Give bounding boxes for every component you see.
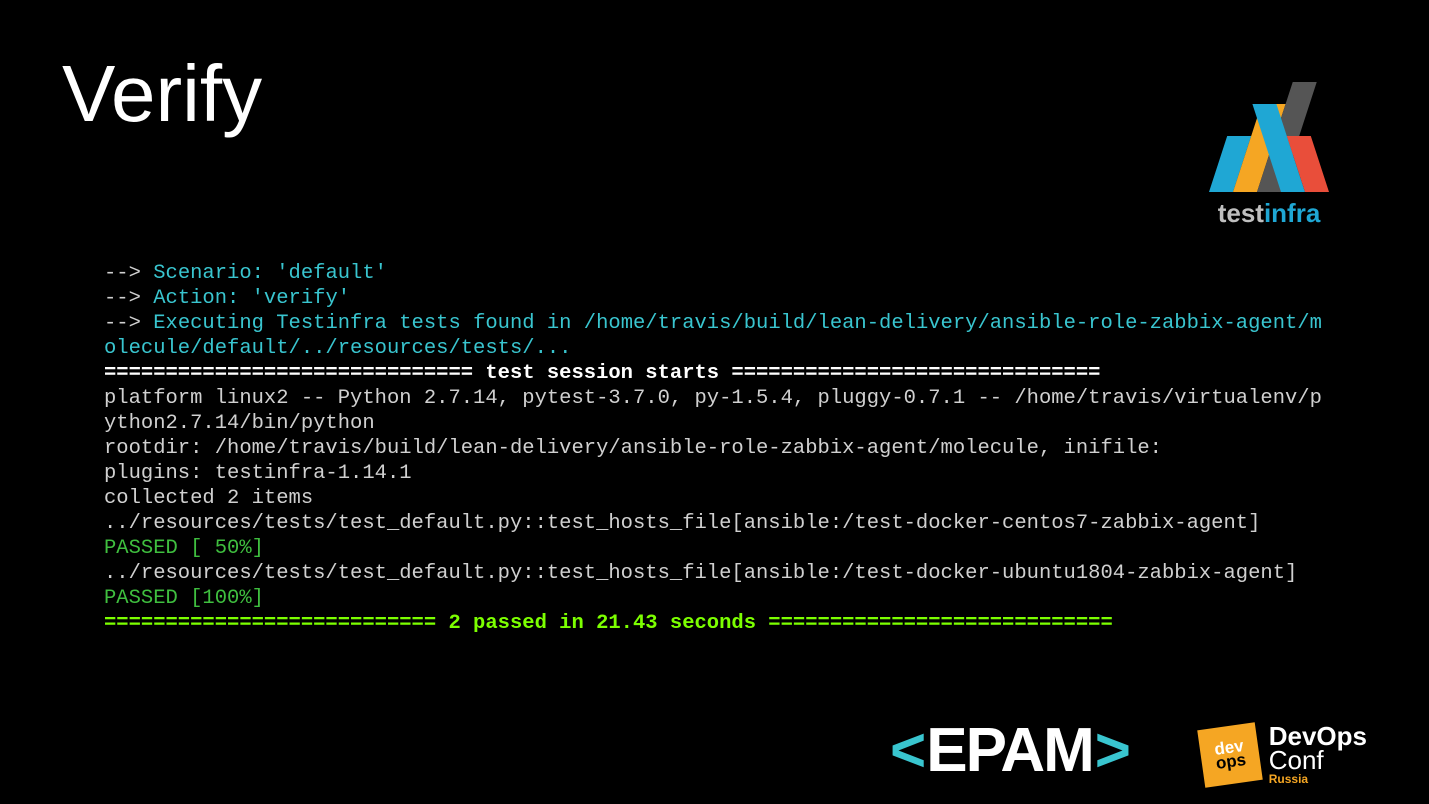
term-line: ../resources/tests/test_default.py::test… [104, 562, 1297, 585]
testinfra-bars-icon [1179, 82, 1359, 192]
term-line: ============================== test sess… [104, 362, 1100, 385]
term-line: --> [104, 262, 153, 285]
epam-logo: < epam > [890, 715, 1129, 786]
slide-title: Verify [62, 48, 262, 140]
epam-word: epam [924, 715, 1095, 786]
angle-bracket-icon: < [890, 715, 924, 786]
testinfra-logo: testinfra [1179, 82, 1359, 229]
term-line-passed: PASSED [ 50%] [104, 537, 264, 560]
term-line: --> [104, 312, 153, 335]
term-line: Executing Testinfra tests found in /home… [104, 312, 1322, 360]
term-line-passed: PASSED [100%] [104, 587, 264, 610]
term-line: Action: 'verify' [153, 287, 350, 310]
devopsconf-logo: dev ops DevOps Conf Russia [1201, 724, 1367, 786]
term-line-summary: =========================== 2 passed in … [104, 612, 1113, 635]
term-line: rootdir: /home/travis/build/lean-deliver… [104, 437, 1162, 460]
term-line: ../resources/tests/test_default.py::test… [104, 512, 1260, 535]
testinfra-text: testinfra [1179, 198, 1359, 229]
term-line: plugins: testinfra-1.14.1 [104, 462, 412, 485]
devopsconf-text: DevOps Conf Russia [1269, 724, 1367, 786]
term-line: --> [104, 287, 153, 310]
devops-badge-icon: dev ops [1197, 722, 1263, 788]
angle-bracket-icon: > [1095, 715, 1129, 786]
term-line: collected 2 items [104, 487, 313, 510]
slide: Verify testinfra --> Scenario: 'default'… [0, 0, 1429, 804]
term-line: Scenario: 'default' [153, 262, 387, 285]
term-line: platform linux2 -- Python 2.7.14, pytest… [104, 387, 1322, 435]
terminal-output: --> Scenario: 'default' --> Action: 'ver… [104, 236, 1324, 636]
